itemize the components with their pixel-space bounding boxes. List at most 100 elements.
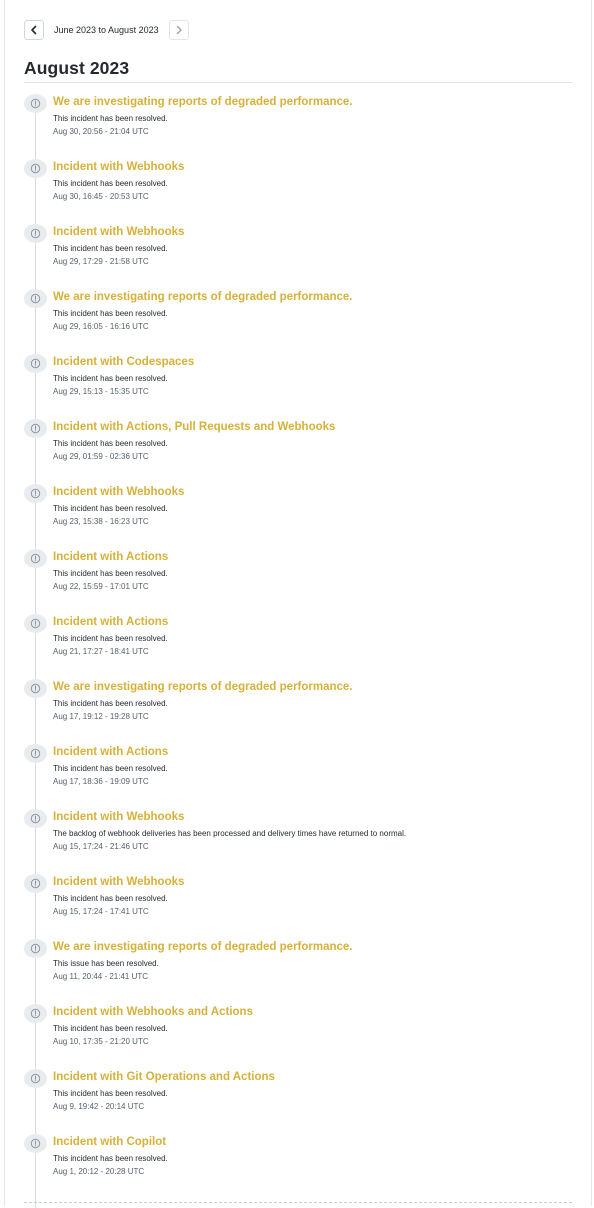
incident-timestamp: Aug 30, 20:56 - 21:04 UTC — [53, 127, 149, 136]
info-circle-icon — [30, 618, 41, 629]
incident-message: This incident has been resolved. — [53, 309, 168, 318]
info-circle-icon — [30, 228, 41, 239]
incident-item: Incident with Codespaces This incident ha… — [24, 354, 584, 419]
incident-title-link[interactable]: We are investigating reports of degraded… — [53, 291, 353, 303]
incident-status-icon — [24, 419, 47, 438]
info-circle-icon — [30, 423, 41, 434]
info-circle-icon — [30, 358, 41, 369]
incident-item: Incident with Actions, Pull Requests and… — [24, 419, 584, 484]
previous-range-button[interactable] — [24, 20, 44, 40]
incident-status-icon — [24, 939, 47, 958]
incident-title-link[interactable]: Incident with Git Operations and Actions — [53, 1071, 275, 1083]
next-range-button[interactable] — [168, 20, 189, 40]
incident-message: This incident has been resolved. — [53, 764, 168, 773]
info-circle-icon — [30, 553, 41, 564]
incident-status-icon — [24, 874, 47, 893]
incident-timestamp: Aug 29, 15:13 - 15:35 UTC — [53, 387, 149, 396]
incident-item: Incident with Webhooks This incident has … — [24, 224, 584, 289]
incident-title-link[interactable]: Incident with Webhooks — [53, 876, 184, 888]
incident-status-icon — [24, 484, 47, 503]
incident-timestamp: Aug 17, 18:36 - 19:09 UTC — [53, 777, 149, 786]
incident-title-link[interactable]: We are investigating reports of degraded… — [53, 941, 353, 953]
chevron-right-icon — [176, 25, 182, 35]
incident-status-icon — [24, 744, 47, 763]
incident-timestamp: Aug 21, 17:27 - 18:41 UTC — [53, 647, 149, 656]
info-circle-icon — [30, 943, 41, 954]
incident-message: This incident has been resolved. — [53, 894, 168, 903]
info-circle-icon — [30, 1138, 41, 1149]
incident-item: Incident with Actions This incident has b… — [24, 614, 584, 679]
incident-title-link[interactable]: Incident with Actions — [53, 551, 168, 563]
incident-message: This incident has been resolved. — [53, 374, 168, 383]
incident-item: Incident with Webhooks The backlog of web… — [24, 809, 584, 874]
month-divider — [24, 82, 572, 83]
incident-timestamp: Aug 29, 16:05 - 16:16 UTC — [53, 322, 149, 331]
info-circle-icon — [30, 683, 41, 694]
incident-title-link[interactable]: Incident with Webhooks — [53, 161, 184, 173]
date-range-label: June 2023 to August 2023 — [54, 25, 159, 35]
incident-timestamp: Aug 22, 15:59 - 17:01 UTC — [53, 582, 149, 591]
incident-message: This incident has been resolved. — [53, 439, 168, 448]
incident-message: The backlog of webhook deliveries has be… — [53, 829, 407, 838]
incident-item: Incident with Copilot This incident has b… — [24, 1134, 584, 1199]
incident-status-icon — [24, 354, 47, 373]
incident-title-link[interactable]: We are investigating reports of degraded… — [53, 96, 353, 108]
incident-timestamp: Aug 15, 17:24 - 17:41 UTC — [53, 907, 149, 916]
info-circle-icon — [30, 1008, 41, 1019]
incident-status-icon — [24, 224, 47, 243]
incident-message: This incident has been resolved. — [53, 179, 168, 188]
incident-status-icon — [24, 1004, 47, 1023]
info-circle-icon — [30, 748, 41, 759]
incident-status-icon — [24, 159, 47, 178]
incident-title-link[interactable]: Incident with Webhooks — [53, 811, 184, 823]
incident-title-link[interactable]: Incident with Actions — [53, 746, 168, 758]
incident-item: We are investigating reports of degraded… — [24, 289, 584, 354]
incident-timestamp: Aug 30, 16:45 - 20:53 UTC — [53, 192, 149, 201]
incident-item: We are investigating reports of degraded… — [24, 679, 584, 744]
incident-title-link[interactable]: Incident with Actions — [53, 616, 168, 628]
incident-status-icon — [24, 289, 47, 308]
incident-message: This incident has been resolved. — [53, 1024, 168, 1033]
incident-message: This incident has been resolved. — [53, 1154, 168, 1163]
incident-item: Incident with Git Operations and Actions… — [24, 1069, 584, 1134]
info-circle-icon — [30, 98, 41, 109]
incident-status-icon — [24, 549, 47, 568]
incident-status-icon — [24, 809, 47, 828]
incident-item: Incident with Webhooks and Actions This i… — [24, 1004, 584, 1069]
incident-title-link[interactable]: Incident with Webhooks and Actions — [53, 1006, 253, 1018]
incident-item: Incident with Webhooks This incident has … — [24, 874, 584, 939]
info-circle-icon — [30, 293, 41, 304]
incident-status-icon — [24, 94, 47, 113]
incident-title-link[interactable]: We are investigating reports of degraded… — [53, 681, 353, 693]
incident-timestamp: Aug 17, 19:12 - 19:28 UTC — [53, 712, 149, 721]
incident-timestamp: Aug 23, 15:38 - 16:23 UTC — [53, 517, 149, 526]
incident-title-link[interactable]: Incident with Actions, Pull Requests and… — [53, 421, 335, 433]
incident-item: Incident with Actions This incident has b… — [24, 549, 584, 614]
incident-item: We are investigating reports of degraded… — [24, 939, 584, 1004]
incident-message: This incident has been resolved. — [53, 244, 168, 253]
incident-status-icon — [24, 679, 47, 698]
incident-title-link[interactable]: Incident with Copilot — [53, 1136, 166, 1148]
incident-item: Incident with Webhooks This incident has … — [24, 159, 584, 224]
incident-timestamp: Aug 11, 20:44 - 21:41 UTC — [53, 972, 149, 981]
incident-status-icon — [24, 614, 47, 633]
incident-message: This issue has been resolved. — [53, 959, 159, 968]
incident-timestamp: Aug 10, 17:35 - 21:20 UTC — [53, 1037, 149, 1046]
incident-timestamp: Aug 9, 19:42 - 20:14 UTC — [53, 1102, 145, 1111]
incident-item: We are investigating reports of degraded… — [24, 94, 584, 159]
info-circle-icon — [30, 813, 41, 824]
incident-message: This incident has been resolved. — [53, 504, 168, 513]
incident-title-link[interactable]: Incident with Webhooks — [53, 486, 184, 498]
date-range-pager: June 2023 to August 2023 — [24, 19, 189, 41]
incident-item: Incident with Webhooks This incident has … — [24, 484, 584, 549]
info-circle-icon — [30, 878, 41, 889]
month-heading: August 2023 — [24, 58, 130, 78]
incident-title-link[interactable]: Incident with Codespaces — [53, 356, 194, 368]
incident-timestamp: Aug 1, 20:12 - 20:28 UTC — [53, 1167, 145, 1176]
chevron-left-icon — [31, 25, 37, 35]
incident-title-link[interactable]: Incident with Webhooks — [53, 226, 184, 238]
incident-message: This incident has been resolved. — [53, 1089, 168, 1098]
incident-message: This incident has been resolved. — [53, 114, 168, 123]
incident-timestamp: Aug 29, 01:59 - 02:36 UTC — [53, 452, 149, 461]
incident-message: This incident has been resolved. — [53, 699, 168, 708]
